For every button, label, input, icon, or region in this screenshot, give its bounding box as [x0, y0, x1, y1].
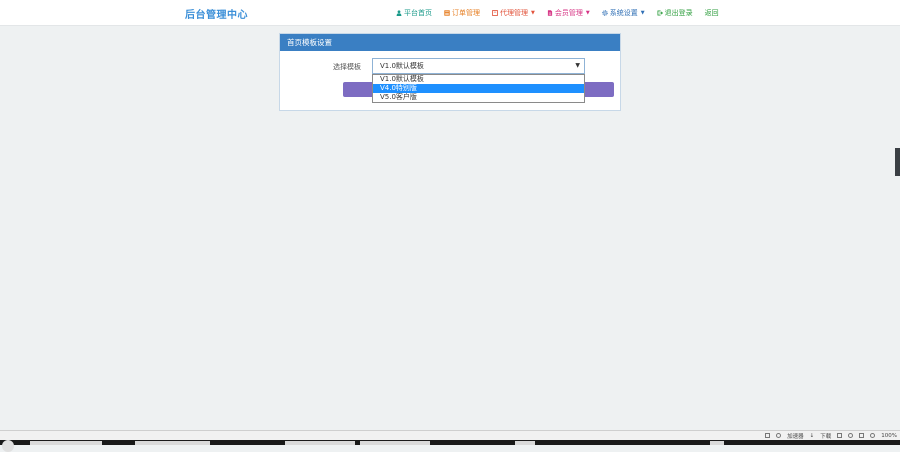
chevron-down-icon: ▼	[531, 10, 535, 16]
taskbar-item[interactable]	[515, 441, 535, 445]
nav-label: 退出登录	[664, 9, 693, 17]
template-select[interactable]: V1.0默认模板 ▼	[372, 58, 585, 74]
nav-agent-management[interactable]: 代理管理 ▼	[492, 8, 535, 18]
download-button[interactable]: 下载	[820, 432, 831, 440]
list-icon	[444, 10, 450, 16]
shield-icon[interactable]	[776, 433, 782, 438]
zoom-icon[interactable]	[870, 433, 876, 438]
top-navbar: 后台管理中心 平台首页 订单管理 代理管理 ▼ 会员管理 ▼ 系统设置 ▼ 退出…	[0, 0, 900, 26]
browser-status-bar: 加速器 ↓ 下载 100%	[0, 430, 900, 440]
nav-label: 系统设置	[609, 9, 638, 17]
nav-order-management[interactable]: 订单管理	[444, 8, 480, 18]
start-button-icon[interactable]	[2, 440, 14, 452]
status-items: 加速器 ↓ 下载 100%	[765, 431, 897, 440]
chevron-down-icon: ▼	[640, 10, 645, 16]
dropdown-option[interactable]: V4.0特别版	[373, 84, 584, 93]
side-float-tab[interactable]	[895, 148, 900, 176]
accelerator-button[interactable]: 加速器	[787, 432, 804, 440]
template-field-label: 选择模板	[333, 63, 361, 71]
nav-label: 平台首页	[404, 9, 432, 17]
taskbar-item[interactable]	[135, 441, 210, 445]
taskbar-item[interactable]	[30, 441, 102, 445]
select-value: V1.0默认模板	[380, 62, 424, 70]
nav-platform-home[interactable]: 平台首页	[396, 8, 432, 18]
os-taskbar	[0, 440, 900, 452]
main-nav: 平台首页 订单管理 代理管理 ▼ 会员管理 ▼ 系统设置 ▼ 退出登录 返回	[396, 7, 719, 19]
screenshot-icon[interactable]	[837, 433, 843, 438]
template-settings-panel: 首页模板设置 选择模板 V1.0默认模板 ▼ V1.0默认模板 V4.0特别版 …	[279, 33, 621, 111]
nav-logout[interactable]: 退出登录	[657, 8, 693, 18]
gear-icon	[602, 10, 608, 16]
taskbar-item[interactable]	[710, 441, 724, 445]
nav-system-settings[interactable]: 系统设置 ▼	[602, 8, 645, 18]
exit-icon	[657, 10, 663, 16]
dropdown-option[interactable]: V5.0客户版	[373, 93, 584, 102]
chevron-down-icon: ▼	[585, 10, 590, 16]
nav-member-management[interactable]: 会员管理 ▼	[547, 8, 590, 18]
zoom-level[interactable]: 100%	[881, 433, 897, 439]
nav-label: 代理管理	[500, 9, 528, 17]
chevron-down-icon: ▼	[575, 62, 580, 69]
template-dropdown-list: V1.0默认模板 V4.0特别版 V5.0客户版	[372, 74, 585, 103]
doc-icon	[547, 10, 552, 16]
nav-back[interactable]: 返回	[705, 8, 719, 18]
book-icon	[492, 10, 498, 16]
taskbar-item[interactable]	[285, 441, 355, 445]
window-icon[interactable]	[765, 433, 771, 438]
panel-title: 首页模板设置	[280, 34, 620, 51]
taskbar-item[interactable]	[360, 441, 430, 445]
nav-label: 会员管理	[554, 9, 583, 17]
nav-label: 返回	[704, 9, 719, 17]
sound-icon[interactable]	[848, 433, 854, 438]
dropdown-option[interactable]: V1.0默认模板	[373, 75, 584, 84]
user-icon	[396, 10, 402, 16]
download-arrow-icon: ↓	[809, 432, 815, 439]
nav-label: 订单管理	[452, 9, 480, 17]
brand-title[interactable]: 后台管理中心	[185, 6, 248, 21]
page-icon[interactable]	[859, 433, 865, 438]
